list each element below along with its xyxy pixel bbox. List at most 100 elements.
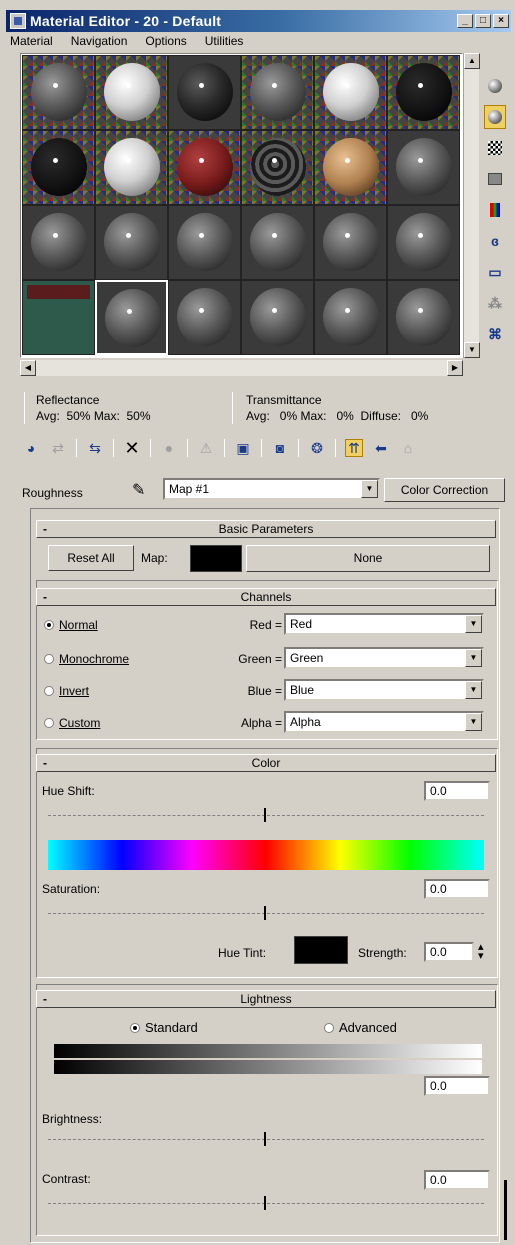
sample-slot[interactable] bbox=[168, 205, 241, 280]
hue-tint-swatch[interactable] bbox=[294, 936, 348, 964]
spinner-arrows-icon[interactable]: ▴ ▾ bbox=[478, 942, 484, 962]
radio-monochrome[interactable]: Monochrome bbox=[44, 652, 129, 666]
radio-advanced[interactable]: Advanced bbox=[324, 1020, 397, 1035]
map-name-combo[interactable]: Map #1 ▼ bbox=[163, 478, 380, 500]
sample-slot[interactable] bbox=[387, 55, 460, 130]
saturation-spinner[interactable]: 0.0 bbox=[424, 879, 490, 899]
select-by-material-icon[interactable]: ⁂ bbox=[484, 291, 506, 315]
chevron-down-icon[interactable]: ▼ bbox=[361, 480, 378, 498]
contrast-slider[interactable] bbox=[48, 1196, 484, 1210]
sample-slot[interactable] bbox=[168, 55, 241, 130]
radio-button[interactable] bbox=[44, 620, 54, 630]
show-map-in-viewport-icon[interactable]: ◙ bbox=[271, 439, 289, 457]
radio-button[interactable] bbox=[324, 1023, 334, 1033]
sample-slot[interactable] bbox=[241, 280, 314, 355]
maximize-button[interactable]: □ bbox=[475, 14, 491, 28]
sample-slot[interactable] bbox=[241, 55, 314, 130]
map-none-button[interactable]: None bbox=[246, 545, 490, 572]
scroll-right-icon[interactable]: ▶ bbox=[447, 360, 463, 376]
lightness-rollout[interactable]: - Lightness bbox=[36, 990, 496, 1008]
sample-slot[interactable] bbox=[387, 130, 460, 205]
put-to-scene-icon[interactable]: ⇄ bbox=[49, 439, 67, 457]
green-channel-select[interactable]: Green ▼ bbox=[284, 647, 484, 669]
sample-slot[interactable] bbox=[168, 280, 241, 355]
scroll-left-icon[interactable]: ◀ bbox=[20, 360, 36, 376]
backlight-icon[interactable] bbox=[484, 105, 506, 129]
sample-slot[interactable] bbox=[241, 130, 314, 205]
scroll-up-icon[interactable]: ▲ bbox=[464, 53, 480, 69]
sample-slot[interactable] bbox=[22, 130, 95, 205]
hue-shift-spinner[interactable]: 0.0 bbox=[424, 781, 490, 801]
slider-thumb[interactable] bbox=[264, 1196, 266, 1210]
brightness-spinner[interactable]: 0.0 bbox=[424, 1076, 490, 1096]
radio-button[interactable] bbox=[44, 654, 54, 664]
slider-thumb[interactable] bbox=[264, 808, 266, 822]
map-color-swatch[interactable] bbox=[190, 545, 242, 572]
radio-invert[interactable]: Invert bbox=[44, 684, 89, 698]
material-effects-channel-icon[interactable]: ▣ bbox=[234, 439, 252, 457]
sample-type-icon[interactable] bbox=[484, 74, 506, 98]
sample-slot[interactable] bbox=[95, 130, 168, 205]
slots-horizontal-scrollbar[interactable]: ◀ ▶ bbox=[20, 360, 463, 376]
sample-slot-selected[interactable] bbox=[95, 280, 168, 355]
brightness-slider[interactable] bbox=[48, 1132, 484, 1146]
close-button[interactable]: × bbox=[493, 14, 509, 28]
make-unique-icon[interactable]: ● bbox=[160, 439, 178, 457]
go-to-parent-icon[interactable]: ⇈ bbox=[345, 439, 363, 457]
scroll-down-icon[interactable]: ▼ bbox=[464, 342, 480, 358]
sample-slot[interactable] bbox=[168, 130, 241, 205]
contrast-spinner[interactable]: 0.0 bbox=[424, 1170, 490, 1190]
chevron-down-icon[interactable]: ▼ bbox=[465, 615, 482, 633]
color-correction-type-button[interactable]: Color Correction bbox=[384, 478, 505, 502]
sample-slot[interactable] bbox=[387, 205, 460, 280]
go-forward-to-sibling-icon[interactable]: ⬅ bbox=[372, 439, 390, 457]
sample-slot[interactable] bbox=[314, 55, 387, 130]
put-to-library-icon[interactable]: ⚠ bbox=[197, 439, 215, 457]
sample-slot[interactable] bbox=[314, 280, 387, 355]
sample-slot[interactable] bbox=[22, 205, 95, 280]
options-icon[interactable]: ▭ bbox=[484, 260, 506, 284]
collapse-icon[interactable]: - bbox=[43, 521, 47, 537]
reset-all-button[interactable]: Reset All bbox=[48, 545, 134, 571]
radio-button[interactable] bbox=[130, 1023, 140, 1033]
sample-slot[interactable] bbox=[314, 130, 387, 205]
sample-slot[interactable] bbox=[314, 205, 387, 280]
red-channel-select[interactable]: Red ▼ bbox=[284, 613, 484, 635]
collapse-icon[interactable]: - bbox=[43, 589, 47, 605]
title-bar[interactable]: Material Editor - 20 - Default _ □ × bbox=[6, 10, 511, 32]
radio-custom[interactable]: Custom bbox=[44, 716, 100, 730]
basic-parameters-rollout[interactable]: - Basic Parameters bbox=[36, 520, 496, 538]
chevron-down-icon[interactable]: ▼ bbox=[465, 681, 482, 699]
panel-scrollbar[interactable] bbox=[503, 520, 509, 1240]
slider-thumb[interactable] bbox=[264, 906, 266, 920]
menu-material[interactable]: Material bbox=[8, 34, 55, 52]
hue-shift-slider[interactable] bbox=[48, 808, 484, 822]
strength-spinner[interactable]: 0.0 bbox=[424, 942, 474, 962]
video-color-check-icon[interactable] bbox=[484, 198, 506, 222]
radio-button[interactable] bbox=[44, 686, 54, 696]
material-map-navigator-icon[interactable]: ⌘ bbox=[484, 322, 506, 346]
radio-button[interactable] bbox=[44, 718, 54, 728]
menu-navigation[interactable]: Navigation bbox=[69, 34, 130, 52]
sample-slot[interactable] bbox=[95, 205, 168, 280]
reset-map-icon[interactable]: ✕ bbox=[123, 438, 141, 458]
sample-slot[interactable] bbox=[22, 280, 95, 355]
sample-uv-tiling-icon[interactable] bbox=[484, 167, 506, 191]
sample-slot[interactable] bbox=[387, 280, 460, 355]
collapse-icon[interactable]: - bbox=[43, 755, 47, 771]
panel-scroll-thumb[interactable] bbox=[504, 1180, 507, 1240]
saturation-slider[interactable] bbox=[48, 906, 484, 920]
alpha-channel-select[interactable]: Alpha ▼ bbox=[284, 711, 484, 733]
sample-slot[interactable] bbox=[95, 55, 168, 130]
channels-rollout[interactable]: - Channels bbox=[36, 588, 496, 606]
collapse-icon[interactable]: - bbox=[43, 991, 47, 1007]
pick-material-icon[interactable]: ⌂ bbox=[399, 439, 417, 457]
assign-to-selection-icon[interactable]: ⇆ bbox=[86, 439, 104, 457]
get-material-icon[interactable]: ◕ bbox=[22, 439, 40, 457]
background-checker-icon[interactable] bbox=[484, 136, 506, 160]
minimize-button[interactable]: _ bbox=[457, 14, 473, 28]
color-rollout[interactable]: - Color bbox=[36, 754, 496, 772]
blue-channel-select[interactable]: Blue ▼ bbox=[284, 679, 484, 701]
slots-vertical-scrollbar[interactable]: ▲ ▼ bbox=[463, 53, 480, 358]
radio-normal[interactable]: Normal bbox=[44, 618, 98, 632]
